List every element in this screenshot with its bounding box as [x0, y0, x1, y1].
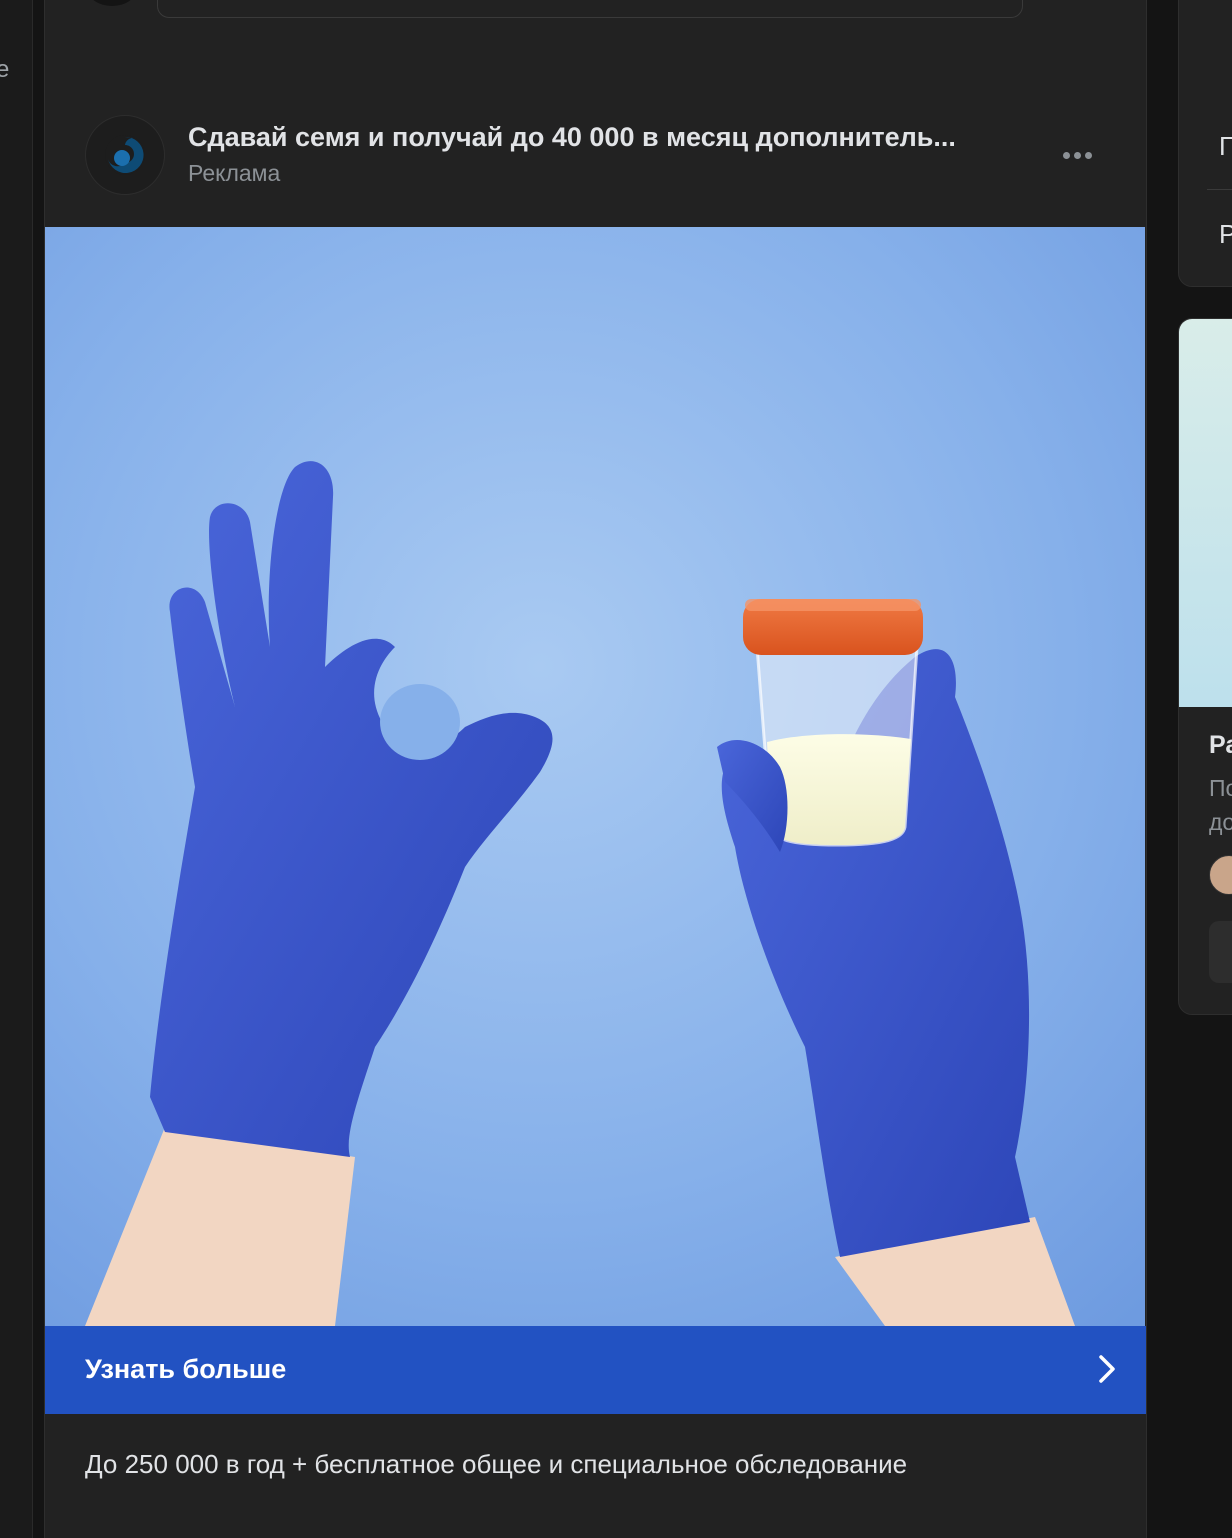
learn-more-label: Узнать больше	[85, 1354, 287, 1384]
right-ad-description-line-1: По	[1209, 775, 1232, 801]
right-menu-item-2[interactable]: Р	[1219, 219, 1232, 250]
right-ad-card: Ра По до	[1178, 318, 1232, 1015]
post-title[interactable]: Сдавай семя и получай до 40 000 в месяц …	[188, 122, 1018, 153]
ad-description: До 250 000 в год + бесплатное общее и сп…	[85, 1449, 908, 1479]
right-sidebar: П Р Ра По до	[1178, 0, 1232, 1538]
divider	[1207, 189, 1232, 190]
learn-more-button[interactable]: Узнать больше	[45, 1326, 1146, 1414]
ad-label: Реклама	[188, 160, 281, 186]
avatar[interactable]	[1209, 855, 1232, 895]
chevron-right-icon	[1099, 1355, 1115, 1383]
right-ad-title[interactable]: Ра	[1209, 731, 1232, 760]
right-menu-card: П Р	[1178, 0, 1232, 287]
swirl-logo-icon	[105, 135, 145, 175]
publisher-avatar[interactable]	[85, 115, 165, 195]
more-dots-icon	[1063, 152, 1070, 159]
post-header: Сдавай семя и получай до 40 000 в месяц …	[45, 110, 1146, 200]
right-ad-description-line-2: до	[1209, 809, 1232, 835]
composer-input[interactable]	[157, 0, 1023, 18]
right-ad-button[interactable]	[1209, 921, 1232, 983]
left-sidebar: e	[0, 0, 33, 1538]
right-menu-item-1[interactable]: П	[1219, 131, 1232, 162]
more-options-button[interactable]	[1063, 146, 1103, 162]
left-sidebar-label-fragment[interactable]: e	[0, 56, 9, 84]
sample-liquid	[767, 734, 911, 845]
right-ad-thumbnail[interactable]	[1179, 319, 1232, 707]
composer-avatar[interactable]	[87, 0, 137, 6]
ad-post-card: Сдавай семя и получай до 40 000 в месяц …	[44, 0, 1147, 1538]
ad-image[interactable]	[45, 227, 1145, 1326]
ok-gesture-hole	[380, 684, 460, 760]
ad-photo	[45, 227, 1145, 1326]
